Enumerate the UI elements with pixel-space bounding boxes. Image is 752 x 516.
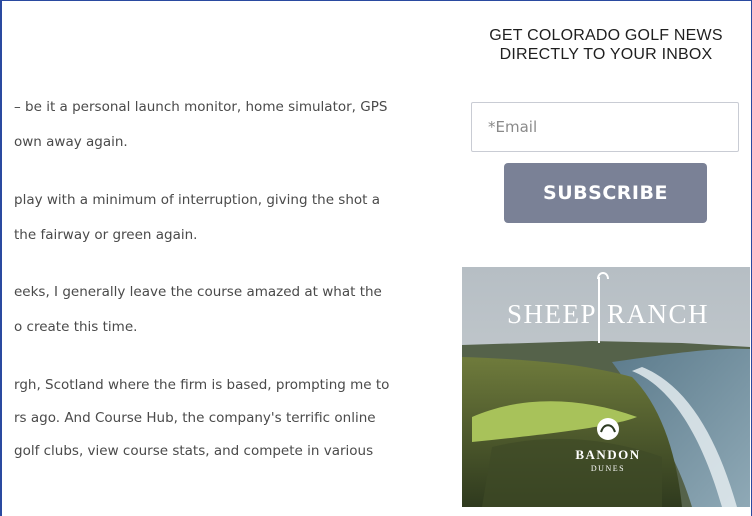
subscribe-button[interactable]: SUBSCRIBE — [504, 163, 707, 223]
ad-brand-bottom: DUNES — [591, 464, 625, 473]
newsletter-heading-line: DIRECTLY TO YOUR INBOX — [499, 46, 713, 63]
article-line: – be it a personal launch monitor, home … — [14, 99, 388, 115]
article-line: o create this time. — [14, 319, 138, 335]
article-line: rgh, Scotland where the firm is based, p… — [14, 377, 390, 393]
ad-title-right: RANCH — [607, 299, 709, 329]
email-input[interactable] — [471, 102, 739, 152]
article-line: play with a minimum of interruption, giv… — [14, 192, 380, 208]
newsletter-heading: GET COLORADO GOLF NEWS DIRECTLY TO YOUR … — [470, 26, 742, 64]
article-line: eeks, I generally leave the course amaze… — [14, 284, 382, 300]
ad-logo-badge — [597, 418, 619, 440]
newsletter-heading-line: GET COLORADO GOLF NEWS — [489, 27, 723, 44]
ad-title-left: SHEEP — [507, 299, 597, 329]
ad-brand-top: BANDON — [575, 447, 640, 462]
sheep-ranch-ad[interactable]: SHEEP RANCH BANDON DUNES — [462, 267, 750, 507]
article-line: rs ago. And Course Hub, the company's te… — [14, 410, 376, 426]
article-line: own away again. — [14, 134, 128, 150]
article-line: the fairway or green again. — [14, 227, 198, 243]
ad-artwork: SHEEP RANCH BANDON DUNES — [462, 267, 750, 507]
ad-flagstick — [598, 277, 600, 343]
article-line: golf clubs, view course stats, and compe… — [14, 443, 374, 459]
page-frame: – be it a personal launch monitor, home … — [0, 0, 752, 516]
